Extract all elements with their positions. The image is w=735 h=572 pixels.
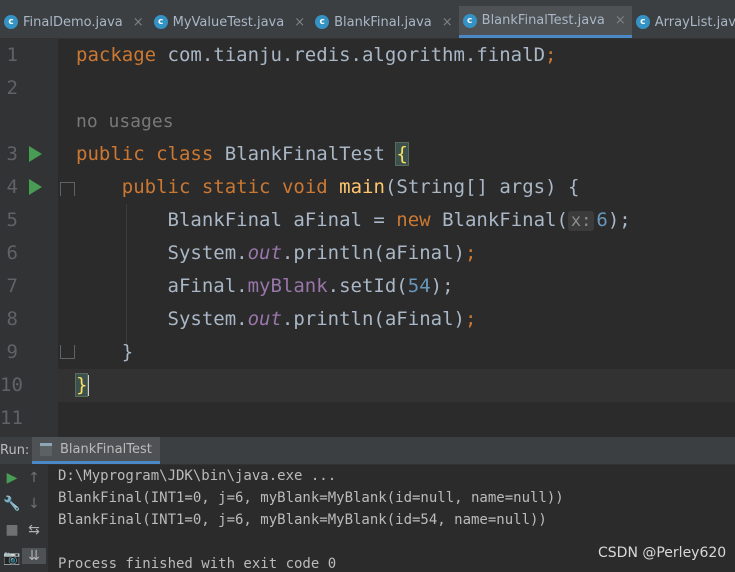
tab-label: BlankFinalTest.java	[481, 13, 605, 28]
console-icon	[40, 442, 52, 456]
wrench-icon[interactable]: 🔧	[0, 496, 24, 512]
java-class-icon: c	[153, 15, 168, 29]
parameter-hint: x:	[567, 211, 595, 231]
line-number: 1	[6, 44, 18, 66]
console-line-output: BlankFinal(INT1=0, j=6, myBlank=MyBlank(…	[58, 490, 564, 506]
tab-label: BlankFinal.java	[334, 14, 432, 30]
java-class-icon: c	[315, 15, 330, 29]
close-icon[interactable]: ×	[442, 15, 453, 30]
watermark: CSDN @Perley620	[598, 545, 727, 561]
camera-icon[interactable]: 📷	[0, 550, 24, 566]
editor-tab-bar: c FinalDemo.java × c MyValueTest.java × …	[0, 6, 735, 39]
matched-brace: }	[74, 373, 89, 397]
run-toolbar: ▶ ↑ 🔧 ↓ ■ ⇆ 📷 ⇊	[0, 464, 48, 572]
tab-blankfinaltest[interactable]: c BlankFinalTest.java ×	[458, 6, 632, 38]
text-caret	[87, 375, 90, 396]
stop-icon[interactable]: ■	[0, 522, 24, 538]
tab-label: ArrayList.java	[654, 14, 735, 30]
code-line-9: }	[121, 341, 134, 363]
line-number: 5	[6, 209, 18, 231]
tab-label: FinalDemo.java	[23, 14, 123, 30]
console-line-output: BlankFinal(INT1=0, j=6, myBlank=MyBlank(…	[58, 512, 547, 528]
line-number: 9	[6, 341, 18, 363]
fold-open-icon[interactable]	[60, 182, 75, 196]
line-number: 2	[6, 77, 18, 99]
code-line-3: public class BlankFinalTest {	[76, 142, 409, 166]
fold-close-icon[interactable]	[60, 345, 75, 359]
run-tab-blankfinaltest[interactable]: BlankFinalTest	[32, 437, 160, 464]
line-number: 8	[6, 308, 18, 330]
run-class-icon[interactable]	[29, 146, 42, 162]
down-arrow-icon[interactable]: ↓	[22, 496, 46, 512]
line-number: 4	[6, 176, 18, 198]
run-tab-label: BlankFinalTest	[60, 441, 152, 457]
close-icon[interactable]: ×	[294, 15, 305, 30]
tab-arraylist[interactable]: c ArrayList.java ×	[632, 6, 735, 38]
current-line-highlight	[58, 369, 735, 402]
soft-wrap-icon[interactable]: ⇆	[22, 522, 46, 538]
matched-brace: {	[395, 142, 409, 166]
line-number: 10	[0, 374, 23, 396]
java-class-icon: c	[462, 13, 477, 28]
close-icon[interactable]: ×	[615, 13, 626, 28]
line-number: 3	[6, 143, 18, 165]
run-panel-header: Run: BlankFinalTest	[0, 437, 735, 465]
code-line-4: public static void main(String[] args) {	[121, 176, 580, 198]
close-icon[interactable]: ×	[133, 15, 144, 30]
code-line-7: aFinal.myBlank.setId(54);	[167, 275, 454, 297]
tab-label: MyValueTest.java	[172, 14, 285, 30]
java-class-icon: c	[635, 15, 650, 29]
run-label: Run:	[0, 443, 30, 458]
code-line-10: }	[74, 373, 90, 397]
line-number: 6	[6, 242, 18, 264]
console-line-exit: Process finished with exit code 0	[58, 556, 337, 572]
line-number: 7	[6, 275, 18, 297]
tab-myvaluetest[interactable]: c MyValueTest.java ×	[150, 6, 312, 38]
usage-hint[interactable]: no usages	[76, 111, 174, 132]
code-line-5: BlankFinal aFinal = new BlankFinal(x: 6);	[167, 209, 631, 231]
code-line-8: System.out.println(aFinal);	[167, 308, 477, 330]
console-line-command: D:\Myprogram\JDK\bin\java.exe ...	[58, 468, 337, 484]
code-line-1: package com.tianju.redis.algorithm.final…	[76, 44, 557, 66]
up-arrow-icon[interactable]: ↑	[22, 470, 46, 486]
run-main-icon[interactable]	[29, 179, 42, 195]
tab-blankfinal[interactable]: c BlankFinal.java ×	[311, 6, 459, 38]
java-class-icon: c	[4, 15, 18, 29]
code-editor[interactable]: 1 2 3 4 5 6 7 8 9 10 11 package com.tian…	[0, 39, 735, 437]
code-line-6: System.out.println(aFinal);	[167, 242, 477, 264]
rerun-icon[interactable]: ▶	[0, 470, 24, 486]
tab-finaldemo[interactable]: c FinalDemo.java ×	[0, 6, 150, 38]
line-number: 11	[0, 407, 23, 429]
scroll-to-end-icon[interactable]: ⇊	[22, 548, 46, 564]
